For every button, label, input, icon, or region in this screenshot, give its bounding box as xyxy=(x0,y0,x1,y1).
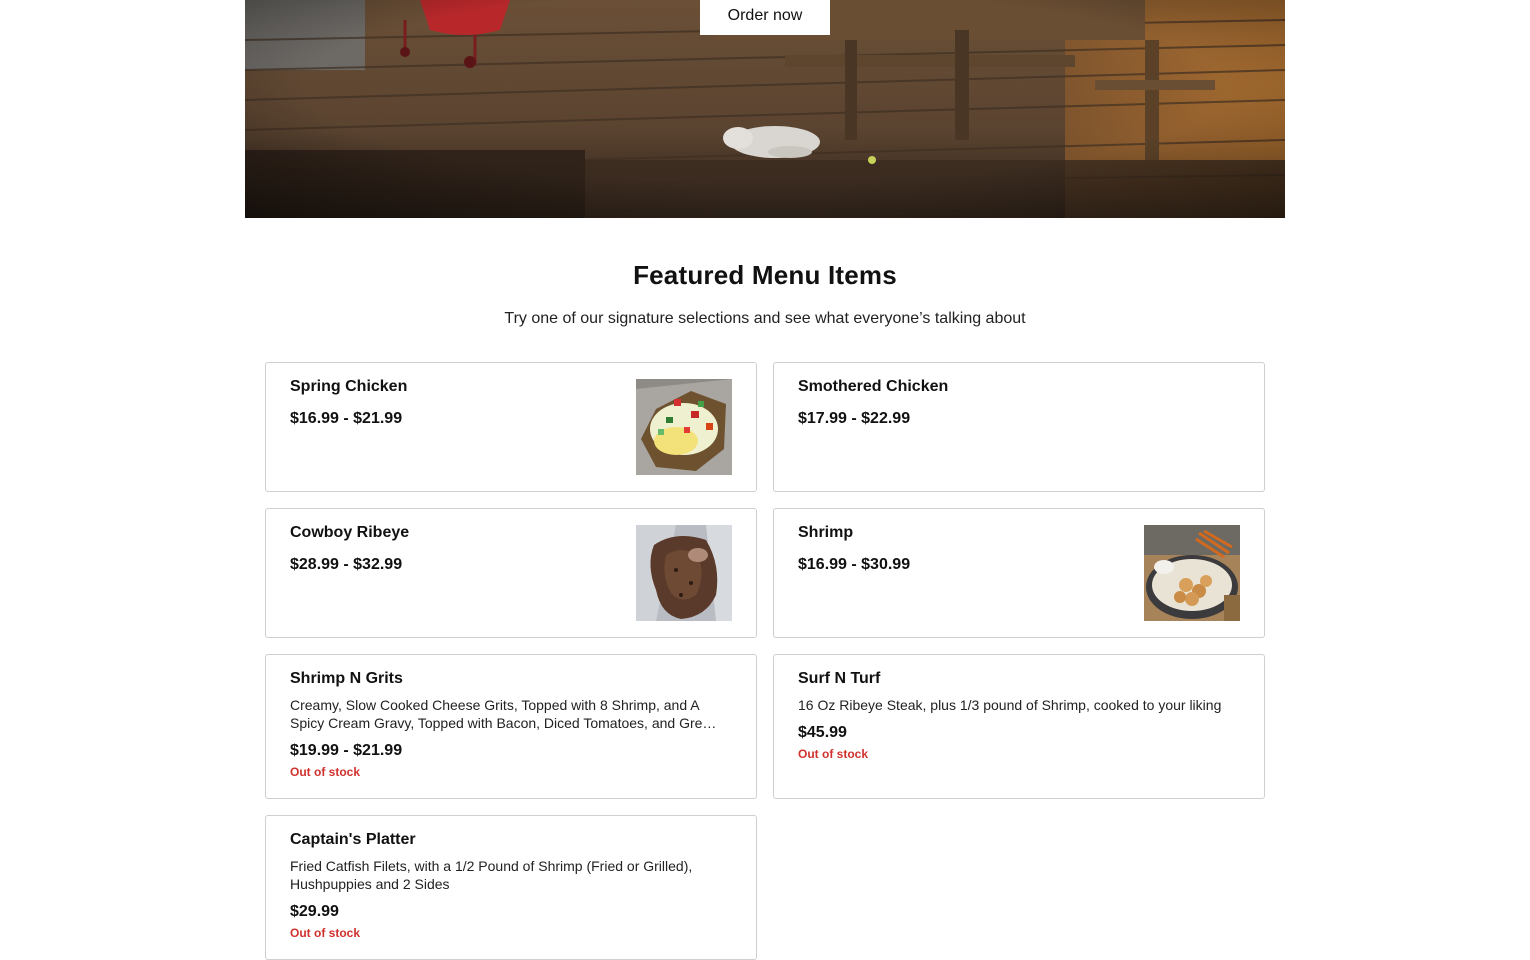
menu-item-name: Spring Chicken xyxy=(290,378,408,395)
menu-item-price: $16.99 - $21.99 xyxy=(290,410,403,427)
menu-item-description: 16 Oz Ribeye Steak, plus 1/3 pound of Sh… xyxy=(798,697,1222,713)
menu-item-price: $45.99 xyxy=(798,724,847,741)
menu-item-name: Cowboy Ribeye xyxy=(290,524,410,541)
hero-banner-image: Order now xyxy=(245,0,1285,218)
out-of-stock-label: Out of stock xyxy=(290,926,361,940)
out-of-stock-label: Out of stock xyxy=(290,765,361,779)
spring-chicken-photo xyxy=(636,379,732,475)
menu-item-name: Captain's Platter xyxy=(290,831,416,848)
menu-item-card[interactable]: Spring Chicken $16.99 - $21.99 xyxy=(265,362,757,492)
menu-item-name: Shrimp xyxy=(798,524,854,541)
menu-item-name: Smothered Chicken xyxy=(798,378,949,395)
menu-item-price: $16.99 - $30.99 xyxy=(798,556,911,573)
menu-item-card[interactable]: Surf N Turf 16 Oz Ribeye Steak, plus 1/3… xyxy=(773,654,1265,799)
menu-item-description: Creamy, Slow Cooked Cheese Grits, Topped… xyxy=(290,697,718,731)
order-now-button[interactable]: Order now xyxy=(700,0,830,35)
menu-item-card[interactable]: Smothered Chicken $17.99 - $22.99 xyxy=(773,362,1265,492)
menu-item-description: Fried Catfish Filets, with a 1/2 Pound o… xyxy=(290,858,693,892)
menu-item-price: $28.99 - $32.99 xyxy=(290,556,403,573)
featured-menu-title: Featured Menu Items xyxy=(633,260,897,290)
featured-menu-subtitle: Try one of our signature selections and … xyxy=(504,310,1026,327)
menu-item-price: $17.99 - $22.99 xyxy=(798,410,911,427)
menu-item-price: $19.99 - $21.99 xyxy=(290,742,403,759)
menu-item-card[interactable]: Shrimp N Grits Creamy, Slow Cooked Chees… xyxy=(265,654,757,799)
menu-item-card[interactable]: Shrimp $16.99 - $30.99 xyxy=(773,508,1265,638)
menu-item-price: $29.99 xyxy=(290,903,339,920)
cowboy-ribeye-photo xyxy=(636,525,732,621)
menu-item-name: Shrimp N Grits xyxy=(290,670,403,687)
out-of-stock-label: Out of stock xyxy=(798,747,869,761)
shrimp-photo xyxy=(1144,525,1240,621)
menu-item-card[interactable]: Captain's Platter Fried Catfish Filets, … xyxy=(265,815,757,960)
menu-item-card[interactable]: Cowboy Ribeye $28.99 - $32.99 xyxy=(265,508,757,638)
menu-item-name: Surf N Turf xyxy=(798,670,881,687)
